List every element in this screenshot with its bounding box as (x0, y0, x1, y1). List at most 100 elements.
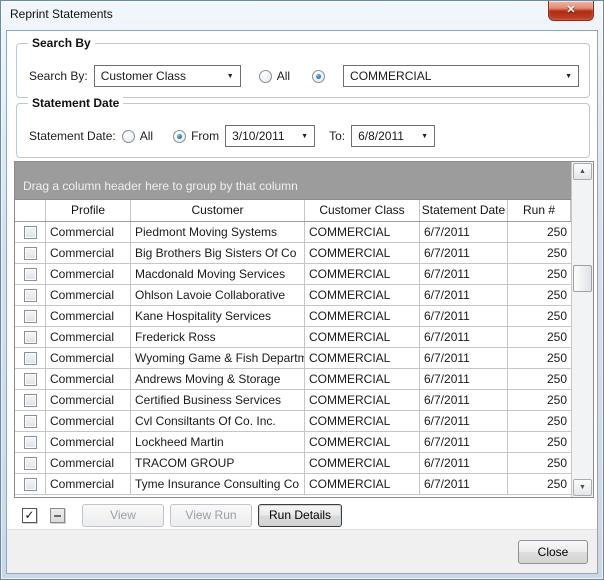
table-row[interactable]: CommercialMacdonald Moving ServicesCOMME… (15, 264, 571, 285)
statement-date-cell: 6/7/2011 (420, 411, 508, 431)
customer-cell: Ohlson Lavoie Collaborative (131, 285, 305, 305)
row-checkbox[interactable] (24, 478, 37, 491)
profile-cell: Commercial (46, 411, 131, 431)
statements-grid: Drag a column header here to group by th… (14, 161, 594, 498)
row-select-cell (15, 411, 46, 431)
col-header-profile[interactable]: Profile (46, 200, 131, 221)
run-details-button[interactable]: Run Details (258, 504, 342, 527)
col-header-customer-class[interactable]: Customer Class (305, 200, 420, 221)
table-row[interactable]: CommercialTyme Insurance Consulting CoCO… (15, 474, 571, 495)
dialog-content: Search By Search By: Customer Class ▼ Al… (6, 30, 598, 574)
search-value-combo[interactable]: COMMERCIAL ▼ (343, 65, 579, 87)
statement-date-cell: 6/7/2011 (420, 390, 508, 410)
search-by-field-label: Search By: (29, 69, 88, 83)
table-row[interactable]: CommercialCvl Consiltants Of Co. Inc.COM… (15, 411, 571, 432)
table-row[interactable]: CommercialAndrews Moving & StorageCOMMER… (15, 369, 571, 390)
profile-cell: Commercial (46, 222, 131, 242)
date-from-radio[interactable] (173, 130, 186, 143)
row-select-cell (15, 264, 46, 284)
group-by-band[interactable]: Drag a column header here to group by th… (15, 162, 571, 200)
table-row[interactable]: CommercialOhlson Lavoie CollaborativeCOM… (15, 285, 571, 306)
table-row[interactable]: CommercialTRACOM GROUPCOMMERCIAL6/7/2011… (15, 453, 571, 474)
customer-class-cell: COMMERCIAL (305, 306, 420, 326)
search-by-group-label: Search By (28, 36, 95, 50)
search-all-label: All (277, 69, 290, 83)
customer-cell: Frederick Ross (131, 327, 305, 347)
statement-date-group: Statement Date Statement Date: All From … (16, 103, 590, 158)
run-number-cell: 250 (508, 264, 571, 284)
profile-cell: Commercial (46, 327, 131, 347)
from-date-combo[interactable]: 3/10/2011 ▼ (225, 125, 315, 147)
date-all-radio[interactable] (122, 130, 135, 143)
customer-class-cell: COMMERCIAL (305, 453, 420, 473)
statement-date-field-label: Statement Date: (29, 129, 116, 143)
profile-cell: Commercial (46, 264, 131, 284)
vertical-scrollbar[interactable]: ▲ ▼ (571, 162, 593, 497)
table-row[interactable]: CommercialPiedmont Moving SystemsCOMMERC… (15, 222, 571, 243)
customer-class-cell: COMMERCIAL (305, 243, 420, 263)
table-row[interactable]: CommercialCertified Business ServicesCOM… (15, 390, 571, 411)
grid-header: Profile Customer Customer Class Statemen… (15, 200, 571, 222)
search-all-radio[interactable] (259, 70, 272, 83)
row-checkbox[interactable] (24, 289, 37, 302)
footer-close-button[interactable]: Close (518, 540, 588, 564)
table-row[interactable]: CommercialBig Brothers Big Sisters Of Co… (15, 243, 571, 264)
customer-class-cell: COMMERCIAL (305, 285, 420, 305)
row-checkbox[interactable] (24, 394, 37, 407)
customer-cell: Macdonald Moving Services (131, 264, 305, 284)
search-type-combo[interactable]: Customer Class ▼ (94, 65, 241, 87)
clear-selection-checkbox[interactable] (50, 508, 65, 523)
row-select-cell (15, 306, 46, 326)
row-checkbox[interactable] (24, 331, 37, 344)
titlebar[interactable]: Reprint Statements ✕ (1, 1, 603, 30)
customer-class-cell: COMMERCIAL (305, 411, 420, 431)
scroll-up-icon[interactable]: ▲ (573, 163, 592, 180)
row-checkbox[interactable] (24, 457, 37, 470)
col-header-statement-date[interactable]: Statement Date (420, 200, 508, 221)
row-checkbox[interactable] (24, 373, 37, 386)
col-header-customer[interactable]: Customer (131, 200, 305, 221)
customer-class-cell: COMMERCIAL (305, 222, 420, 242)
from-date-value: 3/10/2011 (232, 129, 285, 143)
customer-cell: Certified Business Services (131, 390, 305, 410)
close-button[interactable]: ✕ (548, 1, 594, 21)
statement-date-cell: 6/7/2011 (420, 327, 508, 347)
customer-cell: Wyoming Game & Fish Department (131, 348, 305, 368)
row-select-cell (15, 222, 46, 242)
row-checkbox[interactable] (24, 310, 37, 323)
row-checkbox[interactable] (24, 226, 37, 239)
col-header-select[interactable] (15, 200, 46, 221)
col-header-run[interactable]: Run # (508, 200, 571, 221)
dialog-footer: Close (7, 529, 597, 573)
row-checkbox[interactable] (24, 436, 37, 449)
view-run-button[interactable]: View Run (170, 504, 252, 527)
row-select-cell (15, 432, 46, 452)
row-checkbox[interactable] (24, 352, 37, 365)
profile-cell: Commercial (46, 390, 131, 410)
chevron-down-icon: ▼ (413, 133, 428, 140)
scrollbar-thumb[interactable] (573, 265, 592, 292)
row-checkbox[interactable] (24, 247, 37, 260)
run-number-cell: 250 (508, 474, 571, 494)
view-button[interactable]: View (82, 504, 164, 527)
profile-cell: Commercial (46, 432, 131, 452)
row-select-cell (15, 390, 46, 410)
to-date-combo[interactable]: 6/8/2011 ▼ (351, 125, 435, 147)
chevron-down-icon: ▼ (557, 73, 572, 80)
customer-cell: Kane Hospitality Services (131, 306, 305, 326)
profile-cell: Commercial (46, 369, 131, 389)
table-row[interactable]: CommercialWyoming Game & Fish Department… (15, 348, 571, 369)
search-value-radio[interactable] (312, 70, 325, 83)
row-checkbox[interactable] (24, 268, 37, 281)
run-number-cell: 250 (508, 222, 571, 242)
table-row[interactable]: CommercialLockheed MartinCOMMERCIAL6/7/2… (15, 432, 571, 453)
run-number-cell: 250 (508, 390, 571, 410)
table-row[interactable]: CommercialFrederick RossCOMMERCIAL6/7/20… (15, 327, 571, 348)
select-all-checkbox[interactable]: ✓ (22, 508, 37, 523)
action-bar: ✓ View View Run Run Details (7, 501, 597, 529)
statement-date-cell: 6/7/2011 (420, 348, 508, 368)
scroll-down-icon[interactable]: ▼ (573, 479, 592, 496)
row-checkbox[interactable] (24, 415, 37, 428)
table-row[interactable]: CommercialKane Hospitality ServicesCOMME… (15, 306, 571, 327)
run-number-cell: 250 (508, 285, 571, 305)
